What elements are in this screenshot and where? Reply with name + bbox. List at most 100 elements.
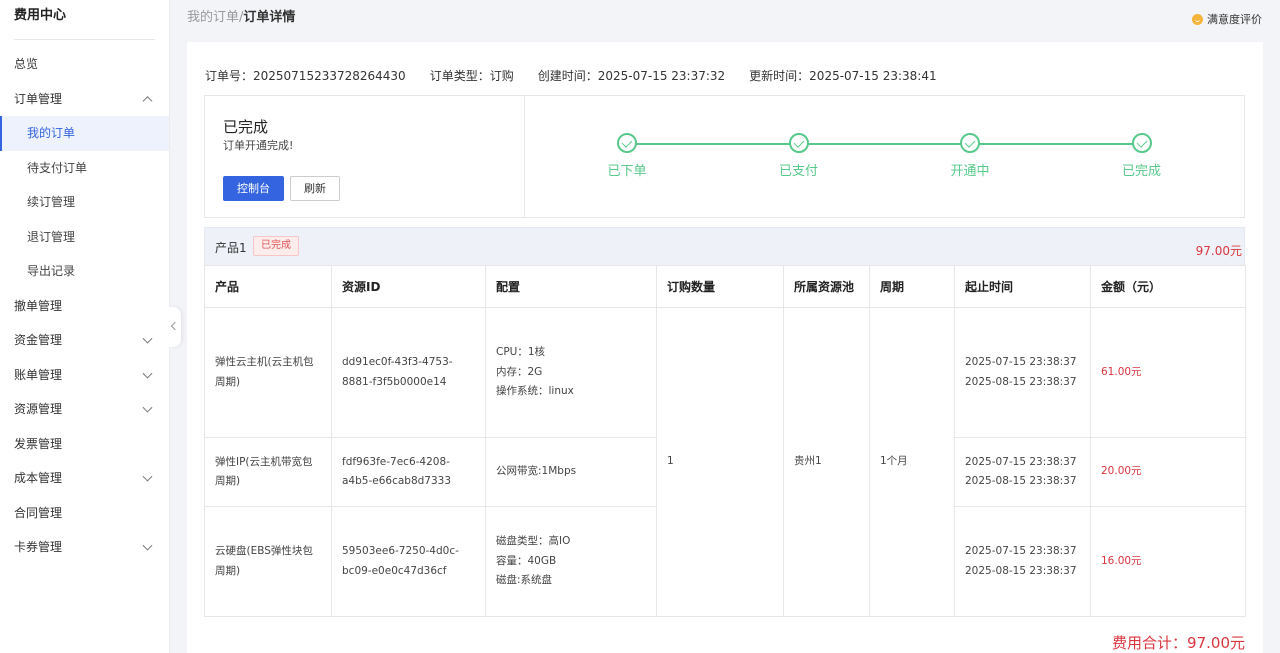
sidebar: 费用中心 总览订单管理我的订单待支付订单续订管理退订管理导出记录撤单管理资金管理… <box>0 0 170 653</box>
sidebar-item[interactable]: 合同管理 <box>0 496 169 531</box>
sidebar-item[interactable]: 资金管理 <box>0 323 169 358</box>
cell-resource-id: fdf963fe-7ec6-4208-a4b5-e66cab8d7333 <box>331 437 486 507</box>
sidebar-item-label: 撤单管理 <box>14 298 63 313</box>
breadcrumb: 我的订单/订单详情 <box>187 10 295 26</box>
chevron-down-icon <box>142 471 153 482</box>
sidebar-item[interactable]: 待支付订单 <box>0 151 169 186</box>
order-type: 订单类型：订购 <box>429 69 514 83</box>
chevron-down-icon <box>142 368 153 379</box>
step-dot <box>1131 133 1152 153</box>
cell-time-range: 2025-07-15 23:38:37 2025-08-15 23:38:37 <box>954 506 1091 617</box>
product-status-badge: 已完成 <box>253 236 299 256</box>
console-button[interactable]: 控制台 <box>223 176 284 201</box>
sidebar-item-label: 卡券管理 <box>14 540 63 554</box>
status-title: 已完成 <box>223 118 269 136</box>
order-number: 订单号：20250715233728264430 <box>205 69 406 83</box>
sidebar-item[interactable]: 撤单管理 <box>0 289 169 324</box>
sidebar-item-label: 账单管理 <box>14 367 63 382</box>
cell-config: CPU：1核 内存：2G 操作系统：linux <box>485 307 657 438</box>
cell-resource-id: 59503ee6-7250-4d0c-bc09-e0e0c47d36cf <box>331 506 486 617</box>
sidebar-item-label: 资金管理 <box>14 333 63 347</box>
cell-resource-id: dd91ec0f-43f3-4753-8881-f3f5b0000e14 <box>331 307 486 438</box>
chevron-down-icon <box>142 402 153 413</box>
smile-icon <box>1192 13 1203 25</box>
sidebar-item[interactable]: 续订管理 <box>0 185 169 220</box>
breadcrumb-parent-link[interactable]: 我的订单 <box>187 10 239 25</box>
sidebar-item[interactable]: 成本管理 <box>0 461 169 496</box>
order-status-panel: 已完成 订单开通完成! 控制台 刷新 已下单 已支付 开通中 已完成 <box>204 95 1245 218</box>
sidebar-item[interactable]: 总览 <box>0 47 169 82</box>
start-time: 2025-07-15 23:38:37 <box>965 545 1077 557</box>
check-icon <box>964 137 976 148</box>
sidebar-item-label: 成本管理 <box>14 471 63 485</box>
config-line: 磁盘:系统盘 <box>496 574 553 587</box>
sidebar-item-label: 总览 <box>14 57 39 71</box>
product-name: 产品1 <box>215 241 247 255</box>
column-header: 所属资源池 <box>783 265 870 308</box>
step-label: 已下单 <box>607 164 647 179</box>
config-line: 公网带宽:1Mbps <box>496 465 577 478</box>
column-header: 周期 <box>869 265 955 308</box>
column-header: 资源ID <box>331 265 486 308</box>
sidebar-item-label: 发票管理 <box>14 436 63 451</box>
steps-progress-line <box>627 143 1142 145</box>
check-icon <box>621 137 633 148</box>
chevron-up-icon <box>142 95 153 106</box>
sidebar-item-label: 我的订单 <box>27 126 76 140</box>
step-dot <box>960 133 980 153</box>
refresh-button[interactable]: 刷新 <box>290 176 340 201</box>
column-header: 金额（元） <box>1090 265 1246 308</box>
sidebar-title: 费用中心 <box>0 0 169 40</box>
sidebar-menu: 总览订单管理我的订单待支付订单续订管理退订管理导出记录撤单管理资金管理账单管理资… <box>0 47 169 565</box>
step-dot <box>617 133 637 153</box>
check-icon <box>1136 137 1147 148</box>
column-header: 起止时间 <box>954 265 1091 308</box>
sidebar-item-label: 资源管理 <box>14 402 63 416</box>
cell-amount: 16.00元 <box>1090 506 1246 617</box>
order-info: 订单号：20250715233728264430 订单类型：订购 创建时间：20… <box>205 67 937 84</box>
cell-amount: 61.00元 <box>1090 307 1246 438</box>
config-line: 磁盘类型：高IO <box>496 535 571 548</box>
sidebar-item[interactable]: 发票管理 <box>0 427 169 462</box>
progress-step: 已支付 <box>759 133 839 179</box>
sidebar-item-label: 订单管理 <box>14 91 63 106</box>
sidebar-item[interactable]: 导出记录 <box>0 254 169 289</box>
cell-config: 磁盘类型：高IO 容量：40GB 磁盘:系统盘 <box>485 506 657 617</box>
cell-amount: 20.00元 <box>1090 437 1246 507</box>
sidebar-collapse-button[interactable] <box>169 307 181 347</box>
cell-product: 云硬盘(EBS弹性块包周期) <box>204 506 332 617</box>
order-items-table: 产品 资源ID 配置 订购数量 所属资源池 周期 起止时间 金额（元） 弹性云主机(云主机包周… <box>204 265 1246 617</box>
check-icon <box>793 137 804 148</box>
order-created-time: 创建时间：2025-07-15 23:37:32 <box>537 69 726 83</box>
chevron-down-icon <box>142 540 153 551</box>
start-time: 2025-07-15 23:38:37 <box>965 455 1077 468</box>
sidebar-item[interactable]: 资源管理 <box>0 392 169 427</box>
config-line: 内存：2G <box>496 365 543 378</box>
sidebar-item[interactable]: 退订管理 <box>0 220 169 255</box>
satisfaction-rating-button[interactable]: 满意度评价 <box>1192 11 1262 27</box>
product-amount: 97.00元 <box>1195 244 1242 258</box>
sidebar-item-label: 续订管理 <box>27 195 76 209</box>
cell-period: 1个月 <box>869 307 955 617</box>
table-row: 弹性云主机(云主机包周期) dd91ec0f-43f3-4753-8881-f3… <box>204 307 1246 617</box>
sidebar-item[interactable]: 卡券管理 <box>0 530 169 565</box>
status-summary: 已完成 订单开通完成! 控制台 刷新 <box>205 96 525 217</box>
end-time: 2025-08-15 23:38:37 <box>965 375 1077 388</box>
satisfaction-rating-label: 满意度评价 <box>1207 13 1262 26</box>
sidebar-item[interactable]: 账单管理 <box>0 358 169 393</box>
cell-time-range: 2025-07-15 23:38:37 2025-08-15 23:38:37 <box>954 437 1091 507</box>
sidebar-item[interactable]: 我的订单 <box>0 116 169 151</box>
column-header: 产品 <box>204 265 332 308</box>
sidebar-item[interactable]: 订单管理 <box>0 82 169 117</box>
start-time: 2025-07-15 23:38:37 <box>965 356 1077 368</box>
progress-step: 已完成 <box>1102 133 1182 179</box>
column-header: 订购数量 <box>656 265 784 308</box>
end-time: 2025-08-15 23:38:37 <box>965 475 1077 487</box>
step-label: 已支付 <box>778 164 818 179</box>
sidebar-item-label: 导出记录 <box>27 264 76 278</box>
cell-resource-pool: 贵州1 <box>783 307 870 617</box>
config-line: 容量：40GB <box>496 554 557 567</box>
status-description: 订单开通完成! <box>223 139 294 152</box>
end-time: 2025-08-15 23:38:37 <box>965 564 1077 577</box>
cell-product: 弹性IP(云主机带宽包周期) <box>204 437 332 507</box>
